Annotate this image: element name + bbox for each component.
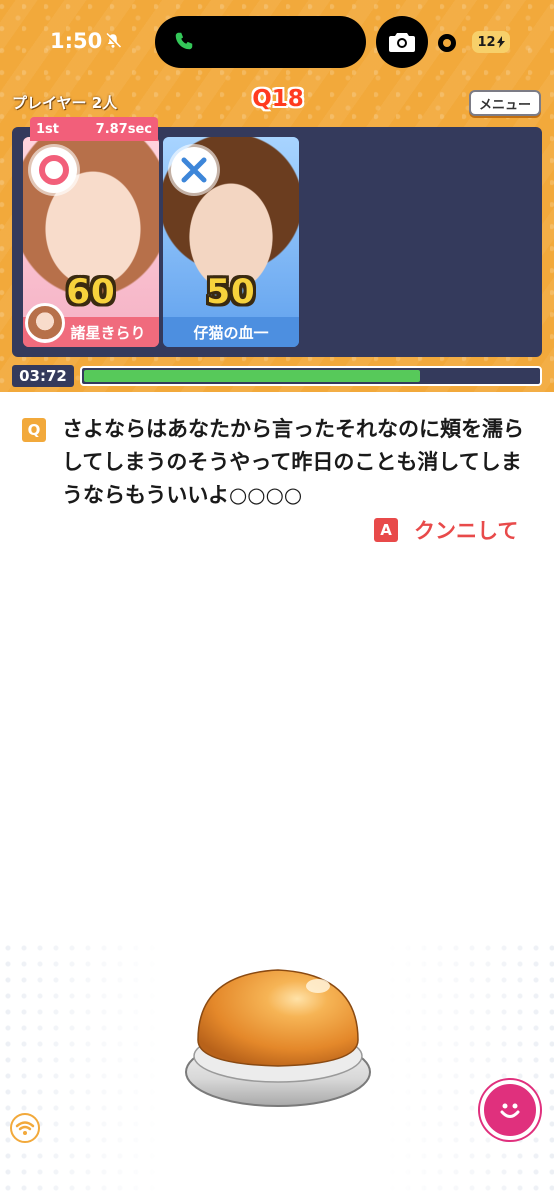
- charging-bolt-icon: [496, 36, 505, 48]
- answer-time: 7.87sec: [95, 121, 152, 137]
- emote-button[interactable]: [480, 1080, 540, 1140]
- camera-button[interactable]: [376, 16, 428, 68]
- correct-mark-icon: [31, 147, 77, 193]
- wifi-icon: [10, 1113, 40, 1143]
- player-score: 50: [206, 272, 256, 312]
- menu-button[interactable]: メニュー: [469, 90, 541, 116]
- avatar: [25, 303, 65, 343]
- buzzer-button[interactable]: [180, 960, 376, 1110]
- question-badge: Q: [22, 418, 46, 442]
- answer-text: クンニして: [414, 519, 519, 543]
- recording-indicator: [438, 34, 456, 52]
- answer-badge: A: [374, 518, 398, 542]
- bell-off-icon: [105, 32, 122, 49]
- players-count-label: プレイヤー 2人: [12, 94, 118, 112]
- timer-label: 03:72: [12, 365, 74, 387]
- rank-bar: 1st 7.87sec: [30, 117, 158, 141]
- phone-icon: [175, 32, 193, 50]
- dynamic-island[interactable]: [155, 16, 366, 68]
- status-time: 1:50: [50, 29, 103, 53]
- question-text: さよならはあなたから言ったそれなのに頬を濡らしてしまうのそうやって昨日のことも消…: [62, 417, 524, 507]
- camera-icon: [389, 33, 415, 52]
- battery-indicator: 12: [472, 31, 510, 53]
- smile-icon: [500, 1103, 520, 1118]
- question-number: Q18: [252, 86, 304, 112]
- timer-bar: [80, 366, 542, 386]
- rank-label: 1st: [36, 121, 59, 137]
- battery-level: 12: [477, 34, 496, 50]
- timer-fill: [84, 370, 420, 382]
- wrong-mark-icon: [171, 147, 217, 193]
- player-name: 仔猫の血一: [163, 317, 299, 347]
